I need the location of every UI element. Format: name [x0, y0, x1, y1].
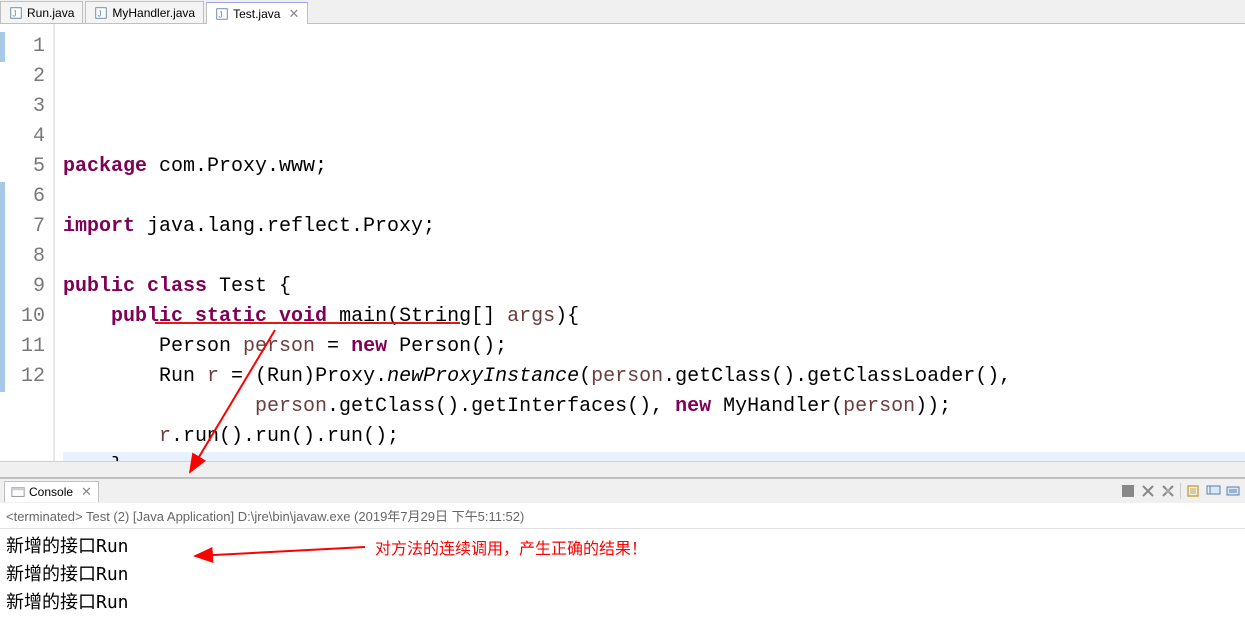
- console-output-line: 新增的接口Run: [6, 561, 1239, 589]
- code-line[interactable]: [63, 182, 1245, 212]
- console-tab[interactable]: Console ✕: [4, 481, 99, 502]
- code-area[interactable]: package com.Proxy.www; import java.lang.r…: [55, 24, 1245, 461]
- tab-run-java[interactable]: J Run.java: [0, 1, 83, 23]
- line-number: 4: [0, 122, 45, 152]
- java-file-icon: J: [9, 6, 23, 20]
- close-icon[interactable]: ✕: [81, 484, 92, 500]
- line-number: 9: [0, 272, 45, 302]
- console-output-line: 新增的接口Run: [6, 589, 1239, 617]
- line-number: 3: [0, 92, 45, 122]
- console-output[interactable]: 新增的接口Run新增的接口Run新增的接口Run: [0, 529, 1245, 621]
- code-line[interactable]: person.getClass().getInterfaces(), new M…: [63, 392, 1245, 422]
- scroll-lock-icon[interactable]: [1185, 483, 1201, 499]
- line-number: 6: [0, 182, 45, 212]
- line-number: 1: [0, 32, 45, 62]
- line-number: 2: [0, 62, 45, 92]
- code-line[interactable]: Person person = new Person();: [63, 332, 1245, 362]
- remove-launch-icon[interactable]: [1120, 483, 1136, 499]
- console-toolbar: [1120, 483, 1241, 499]
- remove-all-terminated-icon[interactable]: [1160, 483, 1176, 499]
- editor-tab-bar: J Run.java J MyHandler.java J Test.java …: [0, 0, 1245, 24]
- console-panel: Console ✕ <terminated> Test (2) [Java Ap…: [0, 477, 1245, 621]
- java-file-icon: J: [215, 7, 229, 21]
- code-line[interactable]: }: [63, 452, 1245, 461]
- console-output-line: 新增的接口Run: [6, 533, 1239, 561]
- display-selected-icon[interactable]: [1225, 483, 1241, 499]
- svg-text:J: J: [98, 9, 102, 18]
- annotation-underline: [155, 322, 460, 324]
- tab-label: Run.java: [27, 6, 74, 20]
- svg-text:J: J: [13, 9, 17, 18]
- line-number: 12: [0, 362, 45, 392]
- close-icon[interactable]: ✕: [288, 6, 299, 22]
- code-line[interactable]: r.run().run().run();: [63, 422, 1245, 452]
- console-status: <terminated> Test (2) [Java Application]…: [0, 503, 1245, 529]
- code-editor[interactable]: 123456789101112 package com.Proxy.www;im…: [0, 24, 1245, 461]
- tab-label: MyHandler.java: [112, 6, 195, 20]
- code-line[interactable]: public static void main(String[] args){: [63, 302, 1245, 332]
- line-number-gutter: 123456789101112: [0, 24, 55, 461]
- horizontal-scrollbar[interactable]: [0, 461, 1245, 477]
- remove-all-icon[interactable]: [1140, 483, 1156, 499]
- java-file-icon: J: [94, 6, 108, 20]
- console-tab-label: Console: [29, 485, 73, 499]
- line-number: 11: [0, 332, 45, 362]
- code-line[interactable]: public class Test {: [63, 272, 1245, 302]
- console-icon: [11, 485, 25, 499]
- separator: [1180, 483, 1181, 499]
- line-number: 7: [0, 212, 45, 242]
- code-line[interactable]: Run r = (Run)Proxy.newProxyInstance(pers…: [63, 362, 1245, 392]
- tab-label: Test.java: [233, 7, 280, 21]
- tab-myhandler-java[interactable]: J MyHandler.java: [85, 1, 204, 23]
- code-line[interactable]: [63, 242, 1245, 272]
- pin-console-icon[interactable]: [1205, 483, 1221, 499]
- line-number: 8: [0, 242, 45, 272]
- code-line[interactable]: package com.Proxy.www;: [63, 152, 1245, 182]
- line-number: 10: [0, 302, 45, 332]
- code-line[interactable]: import java.lang.reflect.Proxy;: [63, 212, 1245, 242]
- svg-text:J: J: [219, 10, 223, 19]
- line-number: 5: [0, 152, 45, 182]
- console-header: Console ✕: [0, 479, 1245, 503]
- tab-test-java[interactable]: J Test.java ✕: [206, 2, 308, 24]
